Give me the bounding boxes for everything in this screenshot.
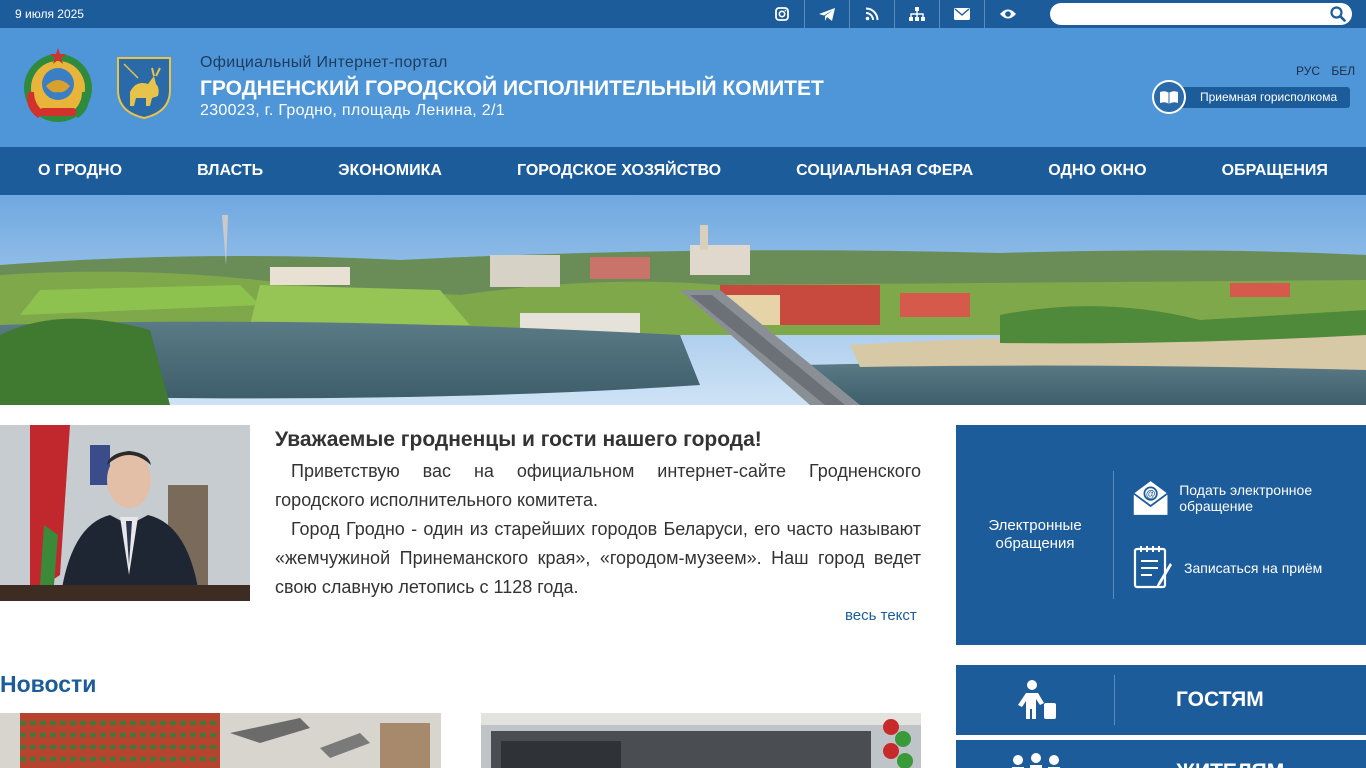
telegram-icon[interactable]: [805, 0, 850, 28]
news-heading[interactable]: Новости: [0, 671, 96, 698]
news-item-image[interactable]: [481, 713, 921, 768]
sitemap-icon[interactable]: [895, 0, 940, 28]
nav-city-services[interactable]: ГОРОДСКОЕ ХОЗЯЙСТВО: [517, 162, 721, 180]
nav-authority[interactable]: ВЛАСТЬ: [197, 162, 263, 180]
svg-text:@: @: [1146, 489, 1156, 500]
book-icon: [1152, 80, 1186, 114]
residents-icon: [1012, 753, 1060, 768]
greeting-title: Уважаемые гродненцы и гости нашего город…: [275, 428, 762, 451]
email-at-icon: @: [1133, 481, 1168, 515]
search-box: [1050, 3, 1352, 25]
residents-button[interactable]: ЖИТЕЛЯМ: [956, 740, 1366, 768]
language-switcher: РУС БЕЛ: [1296, 64, 1355, 78]
lang-be[interactable]: БЕЛ: [1331, 64, 1355, 78]
submit-e-appeal-label: Подать электронное обращение: [1179, 482, 1313, 514]
nav-one-window[interactable]: ОДНО ОКНО: [1048, 162, 1146, 180]
divider: [1113, 543, 1114, 599]
nav-appeals[interactable]: ОБРАЩЕНИЯ: [1222, 162, 1328, 180]
address: 230023, г. Гродно, площадь Ленина, 2/1: [200, 102, 505, 119]
main-nav: О ГРОДНО ВЛАСТЬ ЭКОНОМИКА ГОРОДСКОЕ ХОЗЯ…: [0, 147, 1366, 195]
greeting-text: Приветствую вас на официальном интернет-…: [275, 457, 921, 602]
site-header: Официальный Интернет-портал ГРОДНЕНСКИЙ …: [0, 28, 1366, 147]
rss-icon[interactable]: [850, 0, 895, 28]
social-icons: [760, 0, 1030, 28]
notepad-icon: [1133, 546, 1172, 589]
current-date: 9 июля 2025: [15, 7, 84, 21]
eye-icon[interactable]: [985, 0, 1030, 28]
guests-button[interactable]: ГОСТЯМ: [956, 665, 1366, 735]
nav-about-grodno[interactable]: О ГРОДНО: [38, 162, 122, 180]
news-item-image[interactable]: [0, 713, 441, 768]
state-emblem-icon[interactable]: [18, 46, 98, 126]
greeting-paragraph-1: Приветствую вас на официальном интернет-…: [275, 461, 921, 510]
e-appeals-panel: Электронные обращения @ Подать электронн…: [956, 425, 1366, 645]
divider: [1114, 675, 1115, 725]
guest-icon: [1018, 680, 1056, 719]
greeting-paragraph-2: Город Гродно - один из старейших городов…: [275, 519, 921, 597]
city-coat-of-arms-icon[interactable]: [114, 54, 174, 120]
mail-icon[interactable]: [940, 0, 985, 28]
nav-economy[interactable]: ЭКОНОМИКА: [338, 162, 442, 180]
reception-button[interactable]: Приемная горисполкома: [1152, 80, 1352, 114]
e-appeals-label[interactable]: Электронные обращения: [976, 517, 1094, 553]
search-icon[interactable]: [1330, 6, 1346, 22]
reception-label: Приемная горисполкома: [1170, 87, 1350, 108]
panorama-image: [0, 195, 1366, 405]
instagram-icon[interactable]: [760, 0, 805, 28]
search-input[interactable]: [1060, 5, 1320, 23]
guests-label: ГОСТЯМ: [1176, 688, 1264, 711]
page-title[interactable]: ГРОДНЕНСКИЙ ГОРОДСКОЙ ИСПОЛНИТЕЛЬНЫЙ КОМ…: [200, 77, 824, 101]
portal-subtitle: Официальный Интернет-портал: [200, 54, 448, 71]
nav-social[interactable]: СОЦИАЛЬНАЯ СФЕРА: [796, 162, 973, 180]
top-bar: 9 июля 2025: [0, 0, 1366, 28]
book-appointment-label: Записаться на приём: [1184, 560, 1323, 576]
submit-e-appeal-link[interactable]: @ Подать электронное обращение: [1132, 477, 1366, 519]
city-panorama-banner: [0, 195, 1366, 405]
read-more-link[interactable]: весь текст: [845, 607, 917, 624]
residents-label: ЖИТЕЛЯМ: [1176, 760, 1284, 768]
lang-ru[interactable]: РУС: [1296, 64, 1320, 78]
book-appointment-link[interactable]: Записаться на приём: [1132, 545, 1322, 591]
mayor-photo[interactable]: [0, 425, 250, 601]
